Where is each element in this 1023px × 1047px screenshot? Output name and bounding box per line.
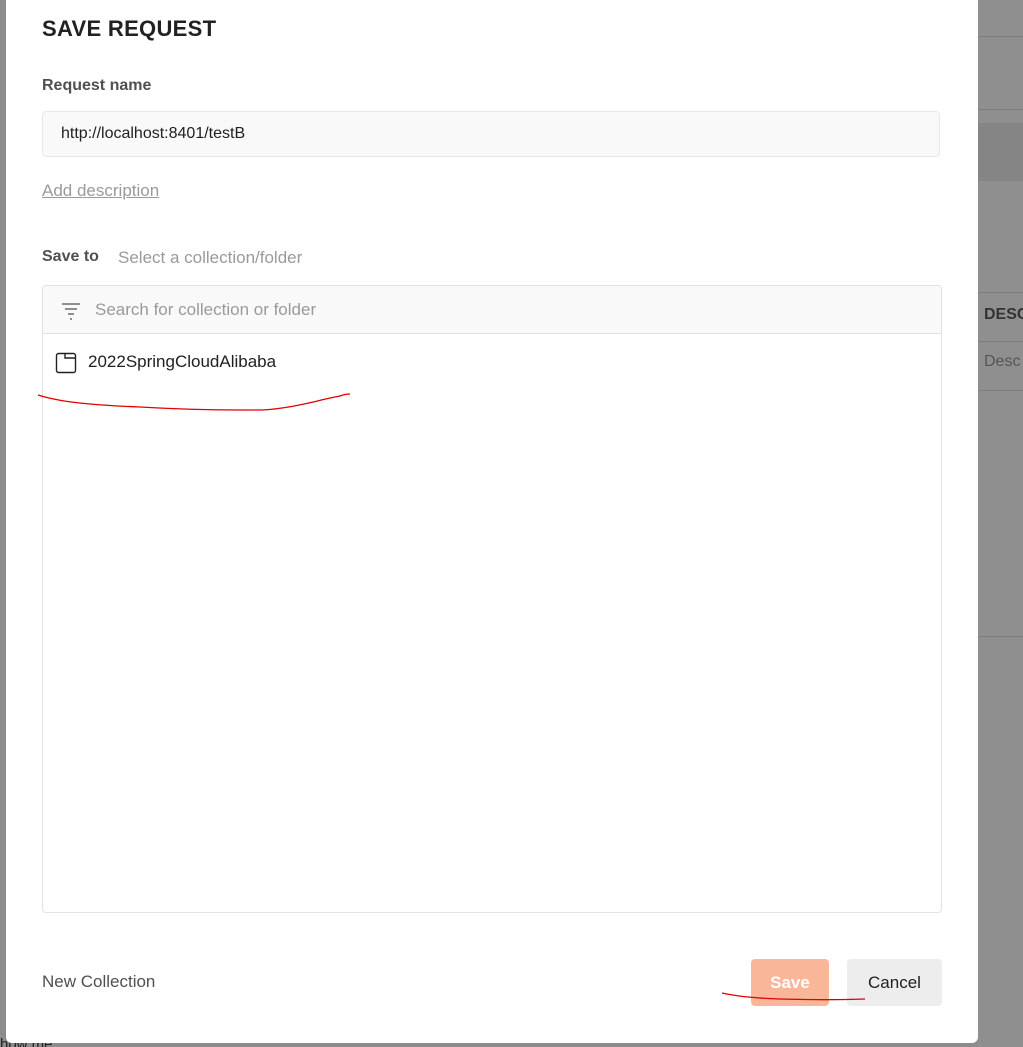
background-divider (978, 341, 1023, 342)
background-divider (978, 390, 1023, 391)
new-collection-link[interactable]: New Collection (42, 972, 155, 992)
add-description-link[interactable]: Add description (42, 181, 159, 201)
request-name-label: Request name (42, 77, 152, 94)
background-app: DESC Desc (978, 0, 1023, 1047)
filter-icon[interactable] (60, 300, 82, 322)
cancel-button[interactable]: Cancel (847, 959, 942, 1006)
save-to-hint: Select a collection/folder (118, 248, 303, 267)
save-button[interactable]: Save (751, 959, 829, 1006)
background-divider (978, 109, 1023, 110)
background-divider (978, 36, 1023, 37)
collection-item-label: 2022SpringCloudAlibaba (88, 352, 277, 371)
background-column-cell: Desc (984, 353, 1021, 370)
collection-item[interactable]: 2022SpringCloudAlibaba (43, 342, 941, 382)
save-to-label: Save to (42, 248, 99, 265)
background-column-header: DESC (984, 306, 1023, 323)
background-band (978, 123, 1023, 181)
background-divider (978, 292, 1023, 293)
save-request-modal: SAVE REQUEST Request name Add descriptio… (6, 0, 978, 1043)
request-name-input[interactable] (42, 111, 940, 157)
collection-search-bar (43, 286, 941, 334)
collection-icon (55, 352, 77, 374)
collection-picker: 2022SpringCloudAlibaba (42, 285, 942, 913)
background-divider (978, 636, 1023, 637)
modal-title: SAVE REQUEST (42, 16, 217, 41)
collection-search-input[interactable] (95, 294, 915, 326)
